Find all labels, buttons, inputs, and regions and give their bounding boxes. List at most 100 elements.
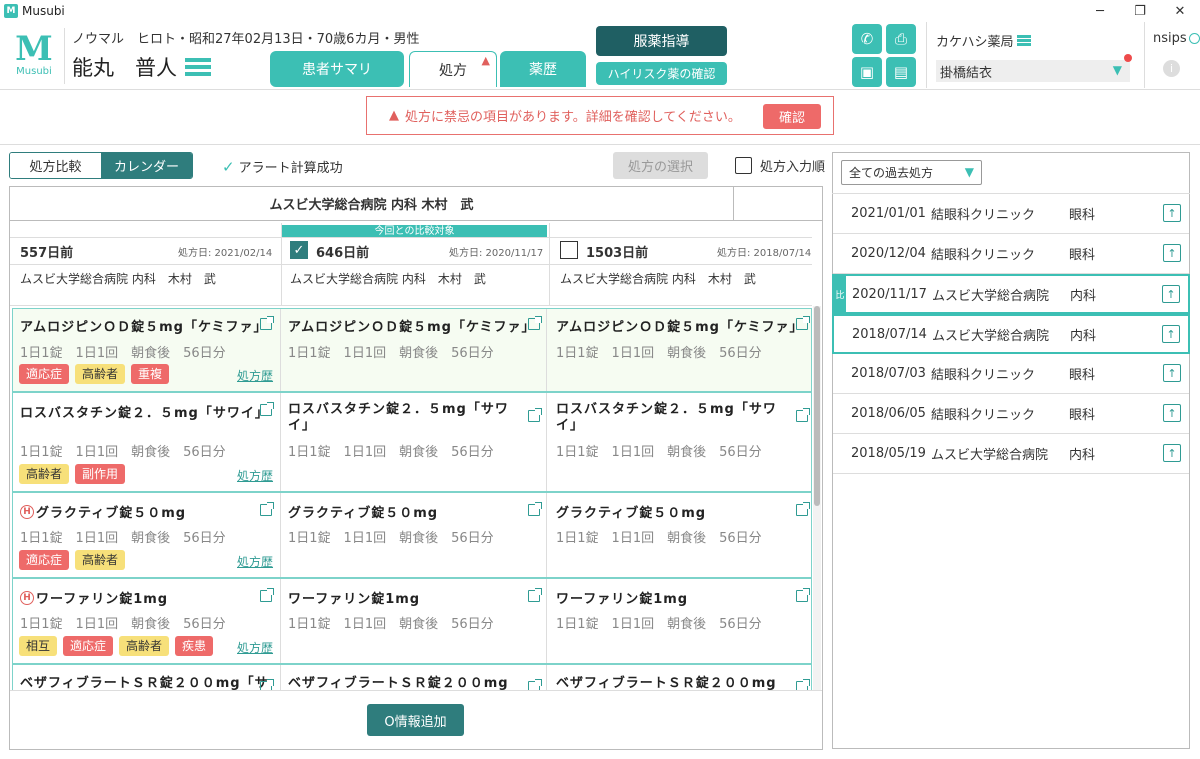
add-o-info-button[interactable]: O情報追加 xyxy=(367,704,464,736)
tab-medication-history[interactable]: 薬歴 xyxy=(500,51,586,87)
app-icon: M xyxy=(4,4,18,18)
tab-patient-summary[interactable]: 患者サマリ xyxy=(270,51,404,87)
tag-indication[interactable]: 適応症 xyxy=(63,636,114,656)
drug-name: ワーファリン錠1mg xyxy=(288,592,421,607)
upload-icon[interactable]: ↑ xyxy=(1162,285,1180,303)
maximize-button[interactable]: ❐ xyxy=(1120,0,1160,22)
tag-side-effect[interactable]: 副作用 xyxy=(75,464,126,484)
drug-dosage: 1日1錠 1日1回 朝食後 56日分 xyxy=(20,445,226,460)
upload-icon[interactable]: ↑ xyxy=(1163,244,1181,262)
scrollbar-thumb[interactable] xyxy=(814,306,820,506)
close-button[interactable]: ✕ xyxy=(1160,0,1200,22)
tag-indication[interactable]: 適応症 xyxy=(19,364,70,384)
minimize-button[interactable]: ─ xyxy=(1080,0,1120,22)
pharmacy-name: カケハシ薬局 xyxy=(936,35,1014,50)
tag-disease[interactable]: 疾患 xyxy=(175,636,214,656)
drug-name: ワーファリン錠1mg xyxy=(36,592,169,607)
image-icon[interactable]: ▣ xyxy=(852,57,882,87)
filter-value: 全ての過去処方 xyxy=(849,166,934,180)
drug-name: ベザフィブラートＳＲ錠２００mg xyxy=(288,676,509,690)
patient-name-row: 能丸 普人 xyxy=(72,52,211,82)
upload-icon[interactable]: ↑ xyxy=(1163,364,1181,382)
prescription-row[interactable]: 2018/05/19 ムスビ大学総合病院 内科 ↑ xyxy=(833,434,1189,474)
external-link-icon[interactable] xyxy=(260,588,274,602)
external-link-icon[interactable] xyxy=(260,502,274,516)
divider xyxy=(1144,22,1145,88)
upload-icon[interactable]: ↑ xyxy=(1163,404,1181,422)
tag-elderly[interactable]: 高齢者 xyxy=(119,636,170,656)
history-link[interactable]: 処方歴 xyxy=(237,553,273,570)
tag-elderly[interactable]: 高齢者 xyxy=(19,464,70,484)
history-link[interactable]: 処方歴 xyxy=(237,367,273,384)
tag-elderly[interactable]: 高齢者 xyxy=(75,550,126,570)
guidance-button[interactable]: 服薬指導 xyxy=(596,26,727,56)
tag-duplicate[interactable]: 重複 xyxy=(131,364,170,384)
input-order-option[interactable]: 処方入力順 xyxy=(735,156,825,175)
external-link-icon[interactable] xyxy=(796,408,810,422)
document-icon[interactable]: ▤ xyxy=(886,57,916,87)
compare-toggle[interactable]: 処方比較 xyxy=(10,153,101,178)
tag-elderly[interactable]: 高齢者 xyxy=(75,364,126,384)
col3-checkbox[interactable] xyxy=(560,241,578,259)
alert-confirm-button[interactable]: 確認 xyxy=(763,104,821,129)
list-icon[interactable] xyxy=(185,58,211,76)
external-link-icon[interactable] xyxy=(260,679,274,690)
col2-days: 646日前 xyxy=(316,246,370,261)
prescription-row-selected[interactable]: 2018/07/14 ムスビ大学総合病院 内科 ↑ xyxy=(832,314,1190,354)
divider xyxy=(546,665,547,690)
history-link[interactable]: 処方歴 xyxy=(237,467,273,484)
staff-name: 掛橋結衣 xyxy=(940,65,993,81)
history-link[interactable]: 処方歴 xyxy=(237,639,273,656)
external-link-icon[interactable] xyxy=(528,588,542,602)
status-circle-icon xyxy=(1188,33,1200,44)
external-link-icon[interactable] xyxy=(796,588,810,602)
divider xyxy=(280,309,281,391)
tag-interaction[interactable]: 相互 xyxy=(19,636,58,656)
external-link-icon[interactable] xyxy=(528,408,542,422)
divider xyxy=(10,690,822,691)
upload-icon[interactable]: ↑ xyxy=(1163,204,1181,222)
external-link-icon[interactable] xyxy=(528,316,542,330)
hospital-tab[interactable]: ムスビ大学総合病院 内科 木村 武 xyxy=(10,187,734,221)
row-dept: 内科 xyxy=(1070,328,1097,344)
external-link-icon[interactable] xyxy=(260,316,274,330)
upload-icon[interactable]: ↑ xyxy=(1162,325,1180,343)
tab-prescription[interactable]: 処方 ▲ xyxy=(409,51,497,87)
prescription-row[interactable]: 2018/06/05 結眼科クリニック 眼科 ↑ xyxy=(833,394,1189,434)
list-icon[interactable] xyxy=(1017,34,1032,47)
external-link-icon[interactable] xyxy=(796,502,810,516)
divider xyxy=(281,223,282,306)
drug-name: グラクティブ錠５０mg xyxy=(288,506,439,521)
prescription-row-compare[interactable]: 比 2020/11/17 ムスビ大学総合病院 内科 ↑ xyxy=(832,274,1190,314)
external-link-icon[interactable] xyxy=(796,679,810,690)
info-icon[interactable]: i xyxy=(1163,60,1180,77)
row-clinic: ムスビ大学総合病院 xyxy=(931,448,1049,463)
prescription-filter-dropdown[interactable]: 全ての過去処方 ▼ xyxy=(841,160,982,185)
nsips-status: nsips xyxy=(1153,31,1200,46)
col2-checkbox[interactable]: ✓ xyxy=(290,241,308,259)
external-link-icon[interactable] xyxy=(260,402,274,416)
patient-kana-info: ノウマル ヒロト・昭和27年02月13日・70歳6カ月・男性 xyxy=(72,32,420,47)
tag-indication[interactable]: 適応症 xyxy=(19,550,70,570)
external-link-icon[interactable] xyxy=(796,316,810,330)
input-order-checkbox[interactable] xyxy=(735,157,752,174)
upload-icon[interactable]: ↑ xyxy=(1163,444,1181,462)
divider xyxy=(280,393,281,491)
external-link-icon[interactable] xyxy=(528,502,542,516)
print-icon[interactable]: ⎙ xyxy=(886,24,916,54)
drug-name: グラクティブ錠５０mg xyxy=(36,506,187,521)
drug-name: ロスバスタチン錠２．５mg「サワイ」 xyxy=(556,402,777,434)
staff-select[interactable]: 掛橋結衣 ▼ xyxy=(936,60,1130,82)
drug-name-row: H ワーファリン錠1mg xyxy=(20,588,168,607)
highrisk-button[interactable]: ハイリスク薬の確認 xyxy=(596,62,727,85)
row-date: 2018/06/05 xyxy=(851,406,926,421)
external-link-icon[interactable] xyxy=(528,679,542,690)
row-clinic: ムスビ大学総合病院 xyxy=(932,288,1050,304)
calendar-toggle[interactable]: カレンダー xyxy=(101,153,192,178)
prescription-row[interactable]: 2020/12/04 結眼科クリニック 眼科 ↑ xyxy=(833,234,1189,274)
phone-icon[interactable]: ✆ xyxy=(852,24,882,54)
prescription-row[interactable]: 2018/07/03 結眼科クリニック 眼科 ↑ xyxy=(833,354,1189,394)
drug-dosage: 1日1錠 1日1回 朝食後 56日分 xyxy=(556,531,762,546)
prescription-row[interactable]: 2021/01/01 結眼科クリニック 眼科 ↑ xyxy=(833,194,1189,234)
select-prescription-button[interactable]: 処方の選択 xyxy=(613,152,708,179)
